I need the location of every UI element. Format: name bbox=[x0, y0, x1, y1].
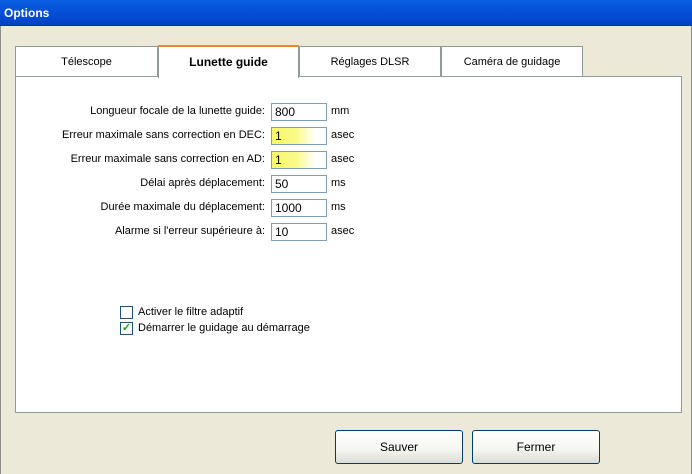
tab-reglages-dlsr[interactable]: Réglages DLSR bbox=[299, 46, 441, 76]
checkmark-icon: ✓ bbox=[121, 322, 132, 334]
alarm-unit: asec bbox=[331, 225, 355, 237]
focal-length-input[interactable]: 800 bbox=[271, 103, 327, 121]
adaptive-filter-checkbox[interactable] bbox=[120, 306, 133, 319]
start-guiding-label[interactable]: Démarrer le guidage au démarrage bbox=[138, 322, 310, 334]
max-duration-input[interactable]: 1000 bbox=[271, 199, 327, 217]
start-guiding-checkbox[interactable]: ✓ bbox=[120, 322, 133, 335]
focal-length-unit: mm bbox=[331, 105, 350, 117]
max-duration-unit: ms bbox=[331, 201, 346, 213]
max-error-ad-input[interactable]: 1 bbox=[271, 151, 327, 169]
tab-panel: Longueur focale de la lunette guide: 800… bbox=[15, 76, 682, 413]
alarm-input[interactable]: 10 bbox=[271, 223, 327, 241]
alarm-label: Alarme si l'erreur supérieure à: bbox=[114, 225, 265, 237]
max-error-dec-unit: asec bbox=[331, 129, 355, 141]
title-bar: Options bbox=[0, 0, 692, 26]
tab-camera-de-guidage[interactable]: Caméra de guidage bbox=[441, 46, 583, 76]
max-error-dec-input[interactable]: 1 bbox=[271, 127, 327, 145]
adaptive-filter-label[interactable]: Activer le filtre adaptif bbox=[138, 306, 243, 318]
focal-length-label: Longueur focale de la lunette guide: bbox=[90, 105, 265, 117]
tab-lunette-guide[interactable]: Lunette guide bbox=[158, 45, 299, 78]
save-button[interactable]: Sauver bbox=[335, 430, 463, 464]
max-duration-label: Durée maximale du déplacement: bbox=[100, 201, 265, 213]
close-button[interactable]: Fermer bbox=[472, 430, 600, 464]
max-error-ad-unit: asec bbox=[331, 153, 355, 165]
delay-input[interactable]: 50 bbox=[271, 175, 327, 193]
max-error-dec-label: Erreur maximale sans correction en DEC: bbox=[62, 129, 265, 141]
max-error-ad-label: Erreur maximale sans correction en AD: bbox=[70, 153, 265, 165]
delay-unit: ms bbox=[331, 177, 346, 189]
tab-telescope[interactable]: Télescope bbox=[15, 46, 158, 76]
delay-label: Délai après déplacement: bbox=[140, 177, 265, 189]
window-title: Options bbox=[4, 6, 50, 20]
